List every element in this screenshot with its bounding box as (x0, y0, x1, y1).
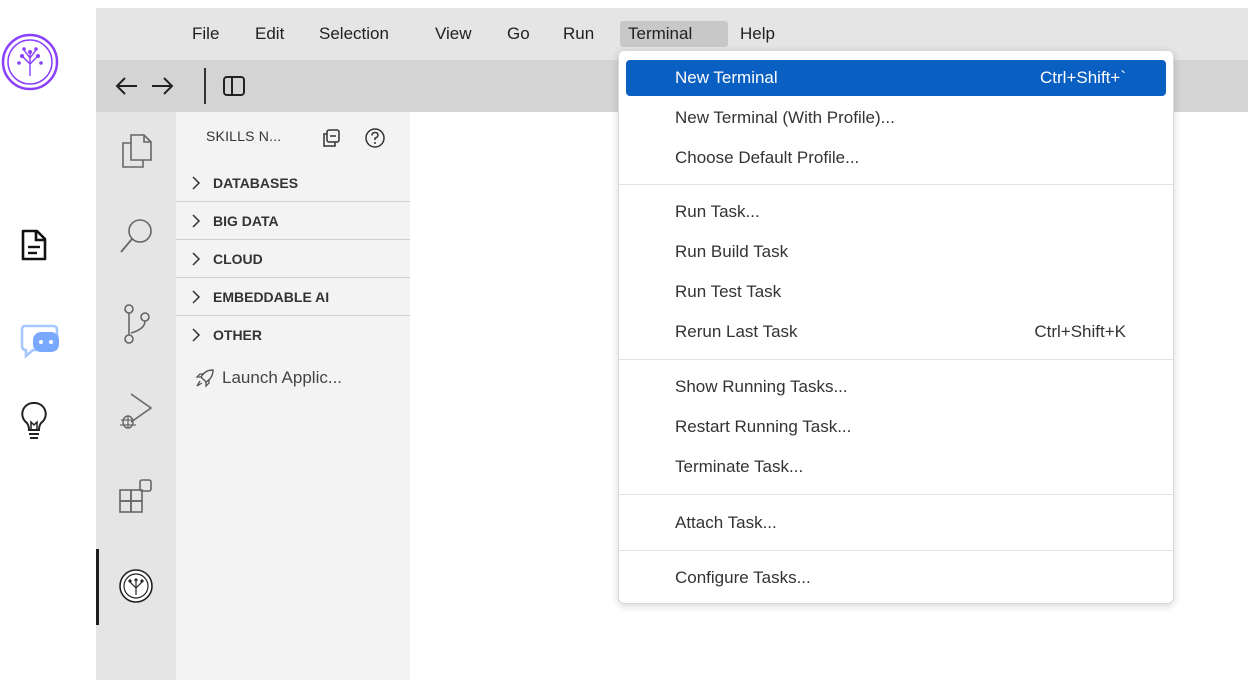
run-debug-icon[interactable] (96, 390, 176, 434)
section-label: BIG DATA (213, 213, 279, 229)
menu-item-label: Terminate Task... (675, 457, 804, 476)
arrow-right-icon[interactable] (149, 74, 175, 98)
chevron-right-icon (190, 251, 202, 267)
arrow-left-icon[interactable] (114, 74, 140, 98)
skills-network-icon[interactable] (96, 568, 176, 604)
menu-go[interactable]: Go (499, 21, 538, 47)
section-cloud[interactable]: CLOUD (176, 240, 410, 278)
menu-file[interactable]: File (184, 21, 227, 47)
activity-bar (96, 112, 176, 680)
menu-item-run-task[interactable]: Run Task... (626, 194, 1166, 230)
terminal-menu-dropdown: New Terminal Ctrl+Shift+` New Terminal (… (618, 50, 1174, 604)
menu-item-new-terminal-with-profile[interactable]: New Terminal (With Profile)... (626, 100, 1166, 136)
panel-toggle-icon[interactable] (222, 75, 246, 97)
menu-separator (619, 359, 1173, 360)
menu-help[interactable]: Help (732, 21, 783, 47)
search-icon[interactable] (96, 216, 176, 256)
section-label: DATABASES (213, 175, 299, 191)
menu-item-label: New Terminal (With Profile)... (675, 108, 895, 127)
source-control-icon[interactable] (96, 302, 176, 346)
menu-item-label: Show Running Tasks... (675, 377, 848, 396)
app-logo-icon[interactable] (0, 33, 96, 92)
explorer-icon[interactable] (96, 132, 176, 170)
menu-item-shortcut: Ctrl+Shift+` (1040, 68, 1126, 87)
extensions-icon[interactable] (96, 476, 176, 516)
menu-selection[interactable]: Selection (311, 21, 397, 47)
menu-item-label: Configure Tasks... (675, 568, 811, 587)
launch-application-button[interactable]: Launch Applic... (194, 367, 342, 389)
menu-item-label: Restart Running Task... (675, 417, 852, 436)
menu-item-label: Run Test Task (675, 282, 782, 301)
chevron-right-icon (190, 289, 202, 305)
menu-item-attach-task[interactable]: Attach Task... (626, 505, 1166, 541)
section-embeddable-ai[interactable]: EMBEDDABLE AI (176, 278, 410, 316)
chevron-right-icon (190, 327, 202, 343)
collapse-all-icon[interactable] (321, 128, 341, 148)
help-icon[interactable] (364, 127, 386, 149)
menu-item-shortcut: Ctrl+Shift+K (1034, 322, 1126, 341)
menu-item-run-test-task[interactable]: Run Test Task (626, 274, 1166, 310)
menu-item-terminate-task[interactable]: Terminate Task... (626, 449, 1166, 485)
top-gap (96, 0, 1248, 8)
sidebar-title: SKILLS N... (206, 128, 282, 144)
menu-run[interactable]: Run (555, 21, 602, 47)
menu-edit[interactable]: Edit (247, 21, 292, 47)
menu-terminal[interactable]: Terminal (620, 21, 728, 47)
menu-item-label: New Terminal (675, 68, 778, 87)
sidebar: SKILLS N... DATABASES BIG DATA CLOUD EMB… (176, 112, 410, 680)
section-label: OTHER (213, 327, 262, 343)
menu-separator (619, 494, 1173, 495)
chevron-right-icon (190, 213, 202, 229)
menu-item-label: Run Task... (675, 202, 760, 221)
menu-separator (619, 550, 1173, 551)
chat-bot-icon[interactable] (0, 322, 96, 360)
section-label: EMBEDDABLE AI (213, 289, 330, 305)
toolbar-divider (204, 68, 206, 104)
menu-item-label: Run Build Task (675, 242, 789, 261)
menu-item-new-terminal[interactable]: New Terminal Ctrl+Shift+` (626, 60, 1166, 96)
launch-label: Launch Applic... (222, 368, 343, 387)
menu-item-restart-running-task[interactable]: Restart Running Task... (626, 409, 1166, 445)
menu-item-run-build-task[interactable]: Run Build Task (626, 234, 1166, 270)
menu-item-choose-default-profile[interactable]: Choose Default Profile... (626, 140, 1166, 176)
rocket-icon (194, 367, 216, 389)
section-databases[interactable]: DATABASES (176, 164, 410, 202)
menu-separator (619, 184, 1173, 185)
menu-item-label: Attach Task... (675, 513, 777, 532)
app-rail (0, 0, 96, 680)
chevron-right-icon (190, 175, 202, 191)
lightbulb-icon[interactable] (0, 400, 96, 444)
menu-item-label: Choose Default Profile... (675, 148, 860, 167)
menu-item-rerun-last-task[interactable]: Rerun Last Task Ctrl+Shift+K (626, 314, 1166, 350)
document-icon[interactable] (0, 228, 96, 262)
menu-view[interactable]: View (427, 21, 480, 47)
section-label: CLOUD (213, 251, 263, 267)
section-other[interactable]: OTHER (176, 316, 410, 354)
active-indicator (96, 549, 99, 625)
menu-item-configure-tasks[interactable]: Configure Tasks... (626, 560, 1166, 596)
menu-item-show-running-tasks[interactable]: Show Running Tasks... (626, 369, 1166, 405)
menu-item-label: Rerun Last Task (675, 322, 798, 341)
section-big-data[interactable]: BIG DATA (176, 202, 410, 240)
